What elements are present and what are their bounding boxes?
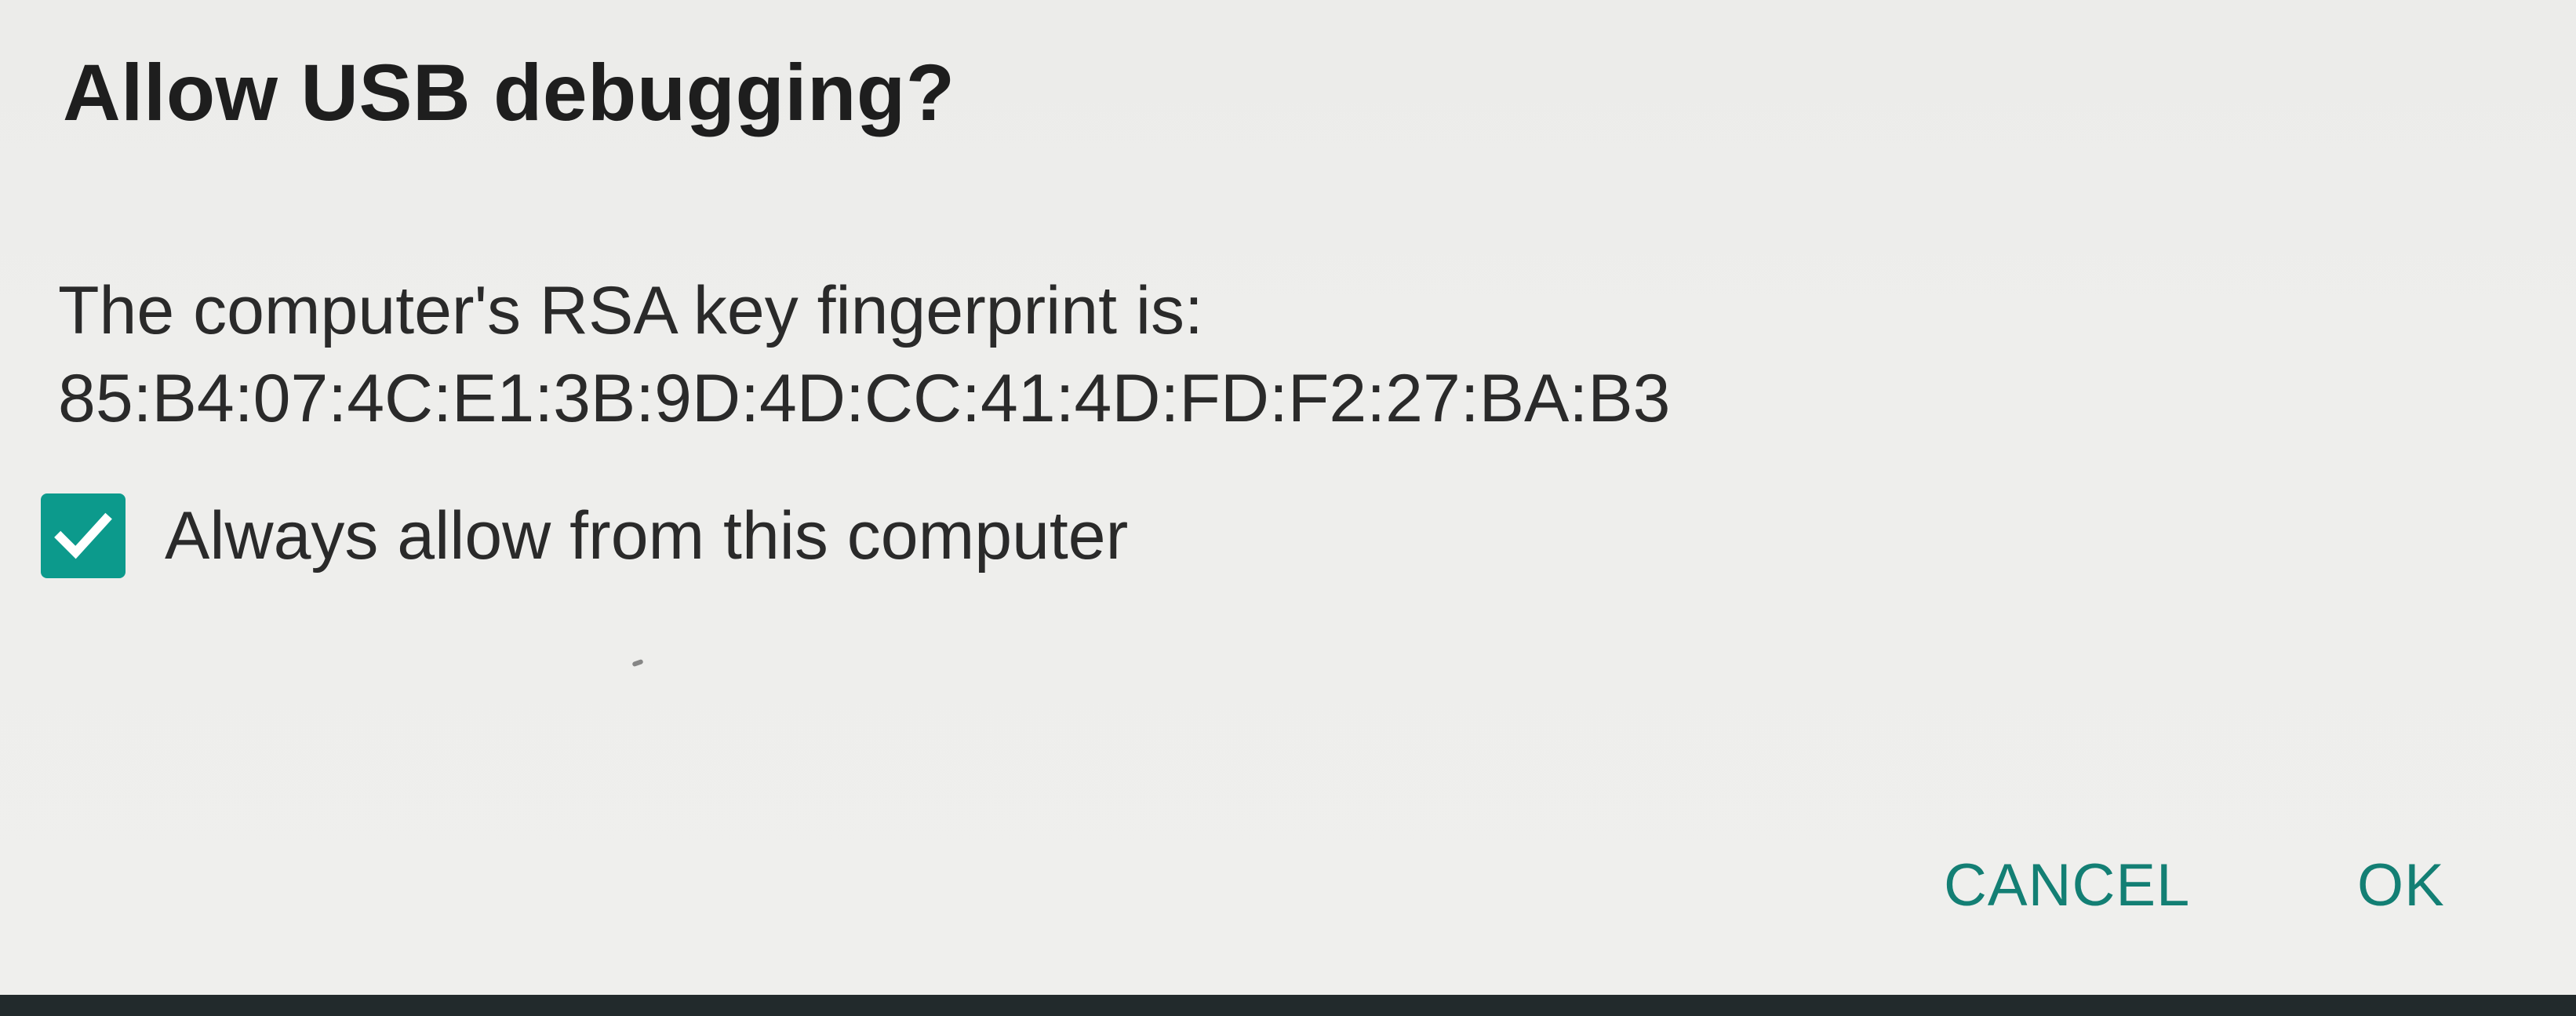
cancel-button[interactable]: CANCEL bbox=[1944, 851, 2190, 919]
usb-debugging-dialog: Allow USB debugging? The computer's RSA … bbox=[0, 0, 2576, 995]
dialog-title: Allow USB debugging? bbox=[63, 48, 955, 137]
checkmark-icon bbox=[54, 512, 112, 559]
screen-speck bbox=[631, 658, 644, 668]
ok-button[interactable]: OK bbox=[2357, 851, 2445, 919]
dialog-actions: CANCEL OK bbox=[0, 851, 2576, 930]
dialog-message: The computer's RSA key fingerprint is: 8… bbox=[58, 267, 1670, 442]
always-allow-row[interactable]: Always allow from this computer bbox=[41, 493, 1128, 579]
fingerprint-intro-text: The computer's RSA key fingerprint is: bbox=[58, 273, 1203, 348]
always-allow-checkbox[interactable] bbox=[41, 493, 126, 578]
screen-bottom-edge bbox=[0, 995, 2576, 1016]
always-allow-label[interactable]: Always allow from this computer bbox=[165, 497, 1128, 575]
rsa-fingerprint-value: 85:B4:07:4C:E1:3B:9D:4D:CC:41:4D:FD:F2:2… bbox=[58, 361, 1671, 436]
